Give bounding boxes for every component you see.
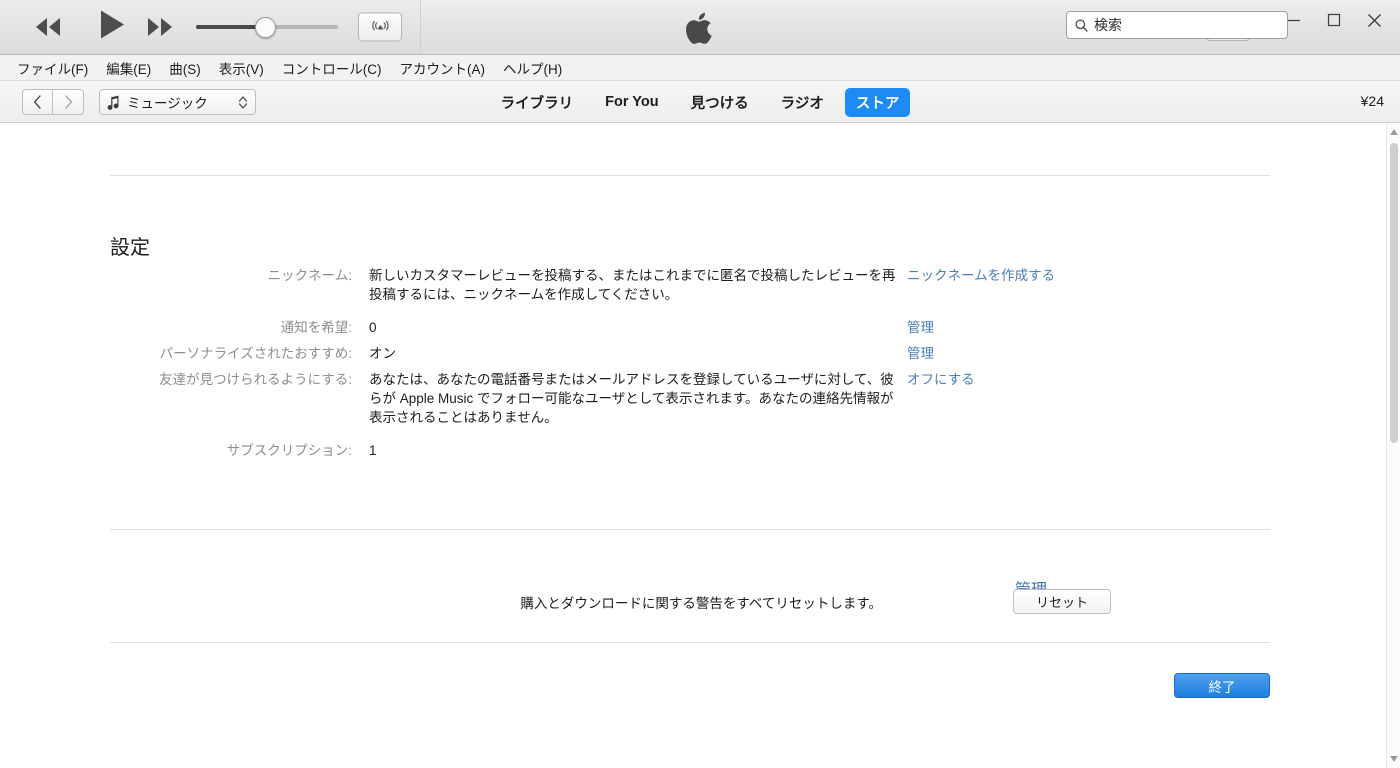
setting-value: 0 <box>369 318 899 337</box>
setting-label: パーソナライズされたおすすめ: <box>0 344 352 363</box>
tab-radio[interactable]: ラジオ <box>770 88 835 117</box>
manage-subscriptions-highlight: 管理 <box>991 548 1071 628</box>
reset-warnings-row: 購入とダウンロードに関する警告をすべてリセットします。 リセット <box>0 589 1386 614</box>
settings-rows: ニックネーム: 新しいカスタマーレビューを投稿する、またはこれまでに匿名で投稿し… <box>0 266 1386 472</box>
menu-item-controls[interactable]: コントロール(C) <box>273 56 391 80</box>
menu-item-view[interactable]: 表示(V) <box>210 56 273 80</box>
setting-value: 1 <box>369 441 899 460</box>
manage-personalized-link[interactable]: 管理 <box>907 344 934 363</box>
account-balance: ¥24 <box>1361 93 1384 109</box>
itunes-window: 検索 ファイル(F) 編集(E) 曲(S) 表示(V) コントロール(C) アカ… <box>0 0 1400 768</box>
window-controls <box>1284 0 1392 40</box>
divider-top <box>110 175 1270 176</box>
transport-controls <box>0 0 421 54</box>
scroll-up-icon[interactable] <box>1387 125 1400 139</box>
apple-logo-icon <box>677 4 723 52</box>
maximize-icon[interactable] <box>1324 10 1344 30</box>
search-icon <box>1075 19 1088 32</box>
manage-notifications-link[interactable]: 管理 <box>907 318 934 337</box>
setting-value: 新しいカスタマーレビューを投稿する、またはこれまでに匿名で投稿したレビューを再投… <box>369 266 899 304</box>
nav-tabs: ライブラリ For You 見つける ラジオ ストア <box>0 81 1400 123</box>
setting-row-subscriptions: サブスクリプション: 1 <box>0 441 1386 460</box>
menu-bar: ファイル(F) 編集(E) 曲(S) 表示(V) コントロール(C) アカウント… <box>0 55 1400 81</box>
done-button[interactable]: 終了 <box>1174 673 1270 698</box>
volume-track-remaining <box>268 25 338 29</box>
vertical-scrollbar[interactable] <box>1386 123 1400 768</box>
setting-label: 通知を希望: <box>0 318 352 337</box>
menu-item-song[interactable]: 曲(S) <box>160 56 210 80</box>
volume-knob[interactable] <box>255 17 276 38</box>
tab-browse[interactable]: 見つける <box>680 88 760 117</box>
fast-forward-icon[interactable] <box>148 18 172 36</box>
tab-library[interactable]: ライブラリ <box>490 88 585 117</box>
divider-bottom <box>110 642 1270 643</box>
scroll-down-icon[interactable] <box>1387 752 1400 766</box>
page-title: 設定 <box>110 231 150 260</box>
setting-row-notifications: 通知を希望: 0 管理 <box>0 318 1386 337</box>
tab-for-you[interactable]: For You <box>594 90 669 114</box>
tab-store[interactable]: ストア <box>845 88 911 117</box>
setting-row-personalized: パーソナライズされたおすすめ: オン 管理 <box>0 344 1386 363</box>
menu-item-edit[interactable]: 編集(E) <box>97 56 160 80</box>
setting-label: 友達が見つけられるようにする: <box>0 370 352 427</box>
setting-row-find-friends: 友達が見つけられるようにする: あなたは、あなたの電話番号またはメールアドレスを… <box>0 370 1386 427</box>
play-icon[interactable] <box>101 11 124 44</box>
reset-button[interactable]: リセット <box>1013 589 1111 614</box>
title-bar: 検索 <box>0 0 1400 55</box>
settings-page: 設定 ニックネーム: 新しいカスタマーレビューを投稿する、またはこれまでに匿名で… <box>0 123 1400 768</box>
create-nickname-link[interactable]: ニックネームを作成する <box>907 266 1055 304</box>
search-input[interactable]: 検索 <box>1066 11 1288 39</box>
setting-label: ニックネーム: <box>0 266 352 304</box>
menu-item-help[interactable]: ヘルプ(H) <box>494 56 571 80</box>
navigation-bar: ミュージック ライブラリ For You 見つける ラジオ ストア ¥24 <box>0 81 1400 123</box>
setting-label: サブスクリプション: <box>0 441 352 460</box>
menu-item-account[interactable]: アカウント(A) <box>391 56 495 80</box>
minimize-icon[interactable] <box>1284 10 1304 30</box>
setting-row-nickname: ニックネーム: 新しいカスタマーレビューを投稿する、またはこれまでに匿名で投稿し… <box>0 266 1386 304</box>
divider-middle <box>110 529 1270 530</box>
setting-value: あなたは、あなたの電話番号またはメールアドレスを登録しているユーザに対して、彼ら… <box>369 370 899 427</box>
volume-slider[interactable] <box>196 18 338 36</box>
scrollbar-thumb[interactable] <box>1390 143 1398 443</box>
reset-warnings-text: 購入とダウンロードに関する警告をすべてリセットします。 <box>0 592 882 612</box>
search-placeholder: 検索 <box>1094 15 1122 35</box>
rewind-icon[interactable] <box>36 18 60 36</box>
close-icon[interactable] <box>1364 10 1384 30</box>
menu-item-file[interactable]: ファイル(F) <box>8 56 97 80</box>
turn-off-link[interactable]: オフにする <box>907 370 975 427</box>
setting-value: オン <box>369 344 899 363</box>
airplay-button[interactable] <box>358 13 402 42</box>
